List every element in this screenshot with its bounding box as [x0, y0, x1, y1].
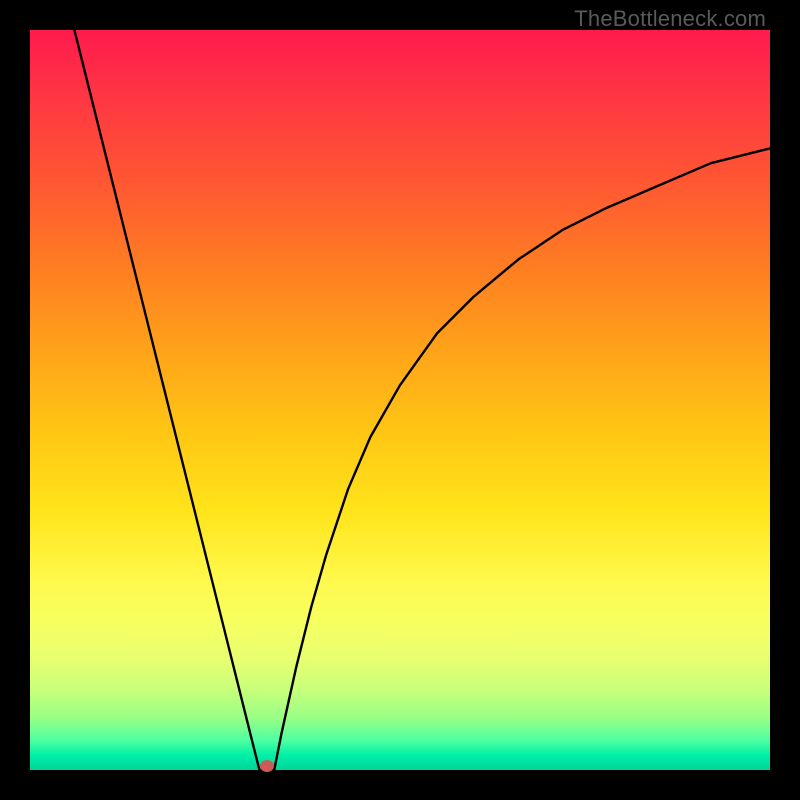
plot-area	[30, 30, 770, 770]
minimum-marker	[260, 760, 274, 772]
watermark-text: TheBottleneck.com	[574, 6, 766, 32]
curve-path	[74, 30, 770, 770]
chart-frame: TheBottleneck.com	[0, 0, 800, 800]
bottleneck-curve	[30, 30, 770, 770]
